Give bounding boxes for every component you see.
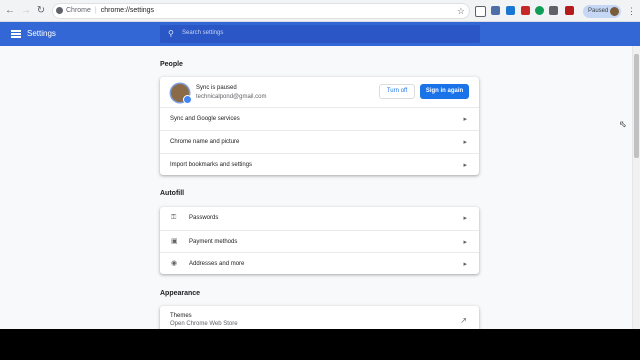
chevron-right-icon: ▸ [463,215,467,222]
profile-avatar [610,7,619,16]
open-external-icon[interactable]: ↗ [460,316,467,325]
sync-status: Sync is paused [196,85,237,91]
row-themes[interactable]: Themes Open Chrome Web Store ↗ [160,306,479,329]
chevron-right-icon: ▸ [463,162,467,169]
mouse-cursor-icon: ⬁ [619,119,627,129]
extension-icon[interactable] [549,6,558,15]
location-pin-icon: ◉ [171,260,178,267]
extension-icon[interactable] [475,6,486,17]
search-input[interactable]: ⚲ Search settings [160,25,480,43]
chevron-right-icon: ▸ [463,139,467,146]
chevron-right-icon: ▸ [463,261,467,268]
reload-icon[interactable]: ↻ [35,5,47,17]
search-placeholder: Search settings [182,30,224,36]
autofill-card: ⚿ Passwords ▸ ▣ Payment methods ▸ ◉ Addr… [160,207,479,274]
address-url: chrome://settings [100,7,155,14]
sync-paused-badge-icon [183,95,192,104]
turn-off-button[interactable]: Turn off [379,84,415,99]
avatar [171,84,192,104]
back-icon[interactable]: ← [4,5,16,17]
extension-icon[interactable] [565,6,574,15]
row-sync-and-google-services[interactable]: Sync and Google services ▸ [160,107,479,130]
chevron-right-icon: ▸ [463,116,467,123]
section-title-people: People [160,61,183,68]
search-icon: ⚲ [168,29,174,38]
row-label: Addresses and more [189,261,245,267]
appearance-card: Themes Open Chrome Web Store ↗ [160,306,479,329]
extension-icon[interactable] [535,6,544,15]
people-card: Sync is paused technicalpond@gmail.com T… [160,77,479,175]
key-icon: ⚿ [171,214,177,221]
bookmark-star-icon[interactable]: ☆ [457,6,465,17]
row-import-bookmarks[interactable]: Import bookmarks and settings ▸ [160,153,479,175]
extension-icon[interactable] [491,6,500,15]
account-email: technicalpond@gmail.com [196,94,267,100]
row-label: Chrome name and picture [170,139,240,145]
section-title-appearance: Appearance [160,290,201,297]
address-site: Chrome [66,7,91,14]
forward-icon[interactable]: → [20,5,32,17]
chevron-right-icon: ▸ [463,239,467,246]
themes-subtitle: Open Chrome Web Store [170,321,238,327]
row-passwords[interactable]: ⚿ Passwords ▸ [160,207,479,230]
row-label: Import bookmarks and settings [170,162,253,168]
profile-paused-button[interactable]: Paused [583,5,621,18]
themes-title: Themes [170,313,192,319]
extension-icon[interactable] [506,6,515,15]
more-menu-icon[interactable]: ⋮ [627,6,636,16]
hamburger-menu-icon[interactable] [11,30,21,38]
page-title: Settings [27,29,56,38]
extension-icon[interactable] [521,6,530,15]
row-chrome-name-and-picture[interactable]: Chrome name and picture ▸ [160,130,479,153]
section-title-autofill: Autofill [160,190,185,197]
row-label: Sync and Google services [170,116,240,122]
address-text: Chrome | chrome://settings [66,7,155,14]
scrollbar[interactable] [632,46,640,329]
row-payment-methods[interactable]: ▣ Payment methods ▸ [160,230,479,252]
row-addresses[interactable]: ◉ Addresses and more ▸ [160,252,479,274]
settings-header: Settings ⚲ Search settings [0,22,640,46]
scrollbar-thumb[interactable] [634,54,639,158]
address-bar[interactable]: Chrome | chrome://settings ☆ [52,3,470,19]
row-label: Payment methods [189,239,238,245]
profile-status-label: Paused [588,8,609,14]
browser-toolbar: ← → ↻ Chrome | chrome://settings ☆ Paused … [0,0,640,22]
sign-in-again-button[interactable]: Sign in again [420,84,469,99]
credit-card-icon: ▣ [171,238,178,245]
chrome-icon [56,7,63,14]
row-label: Passwords [189,215,219,221]
browser-window: ← → ↻ Chrome | chrome://settings ☆ Paused … [0,0,640,329]
